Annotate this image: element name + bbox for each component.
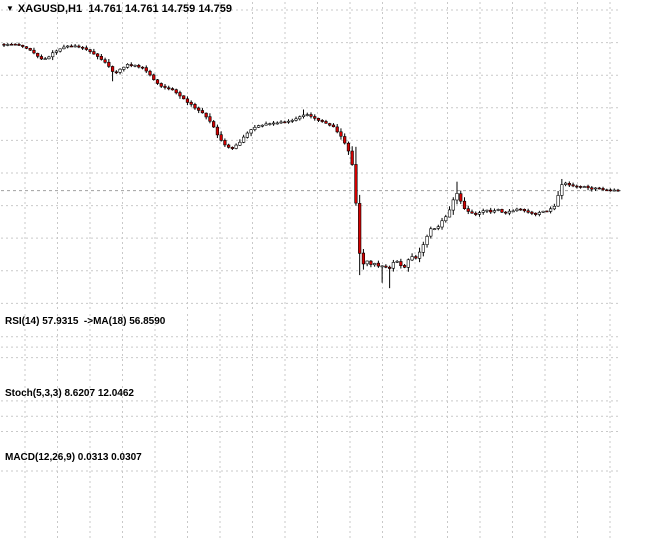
chart-canvas[interactable] xyxy=(0,0,660,560)
candlesticks xyxy=(2,42,620,289)
mt4-chart-window: { "title_bar": { "icon": "▼", "text": "X… xyxy=(0,0,660,560)
macd-label: MACD(12,26,9) 0.0313 0.0307 xyxy=(5,452,142,463)
symbol-title-text: XAGUSD,H1 14.761 14.761 14.759 14.759 xyxy=(17,3,232,15)
chart-dropdown-icon[interactable]: ▼ xyxy=(6,4,14,13)
stoch-label: Stoch(5,3,3) 8.6207 12.0462 xyxy=(5,388,134,399)
symbol-title[interactable]: ▼ XAGUSD,H1 14.761 14.761 14.759 14.759 xyxy=(6,3,232,15)
rsi-label: RSI(14) 57.9315 ->MA(18) 56.8590 xyxy=(5,316,166,327)
